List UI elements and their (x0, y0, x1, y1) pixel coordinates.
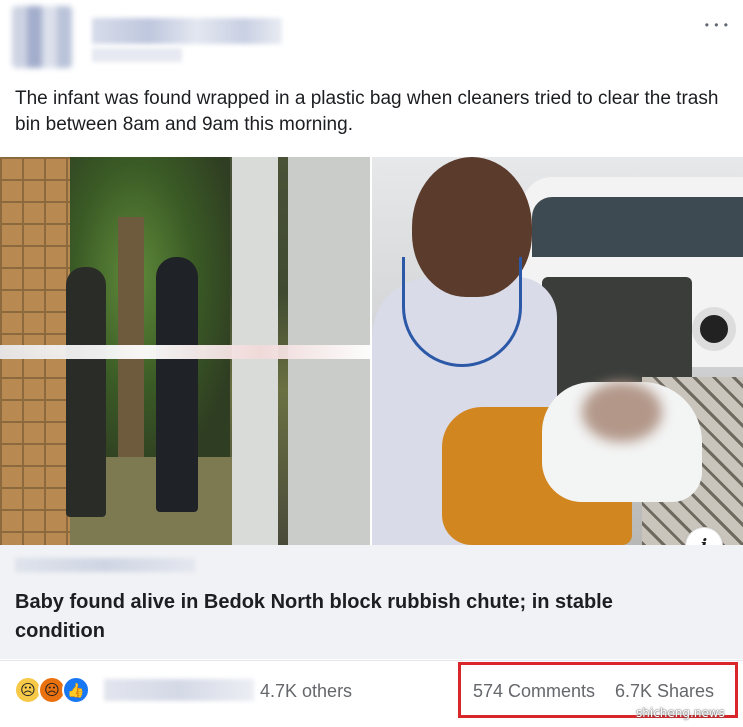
officer-silhouette (156, 257, 198, 512)
car-wheel (692, 307, 736, 351)
comments-count[interactable]: 574 Comments (473, 681, 595, 702)
post-caption: The infant was found wrapped in a plasti… (15, 88, 719, 135)
reaction-icons[interactable]: ☹ ☹ 👍 (14, 676, 100, 706)
post-timestamp-redacted (92, 48, 182, 62)
author-name-redacted[interactable] (92, 18, 282, 44)
crime-scene-photo[interactable] (0, 157, 370, 545)
baby-blurred (582, 382, 662, 442)
link-source-redacted (15, 558, 195, 572)
watermark: shicheng.news (636, 706, 725, 720)
more-dots-icon[interactable]: • • • (705, 18, 729, 32)
reactions-count[interactable]: 4.7K others (260, 681, 352, 702)
like-reaction-icon: 👍 (62, 676, 90, 704)
avatar[interactable] (12, 6, 72, 68)
shares-count[interactable]: 6.7K Shares (615, 681, 714, 702)
person-silhouette (66, 267, 106, 517)
rescuer-holding-baby-photo[interactable] (372, 157, 743, 545)
facebook-post: • • • The infant was found wrapped in a … (0, 0, 743, 727)
car-window (532, 197, 743, 257)
link-title[interactable]: Baby found alive in Bedok North block ru… (15, 588, 705, 646)
post-header: • • • (0, 0, 743, 80)
reactor-names-redacted[interactable] (104, 679, 254, 701)
police-tape (0, 345, 370, 359)
